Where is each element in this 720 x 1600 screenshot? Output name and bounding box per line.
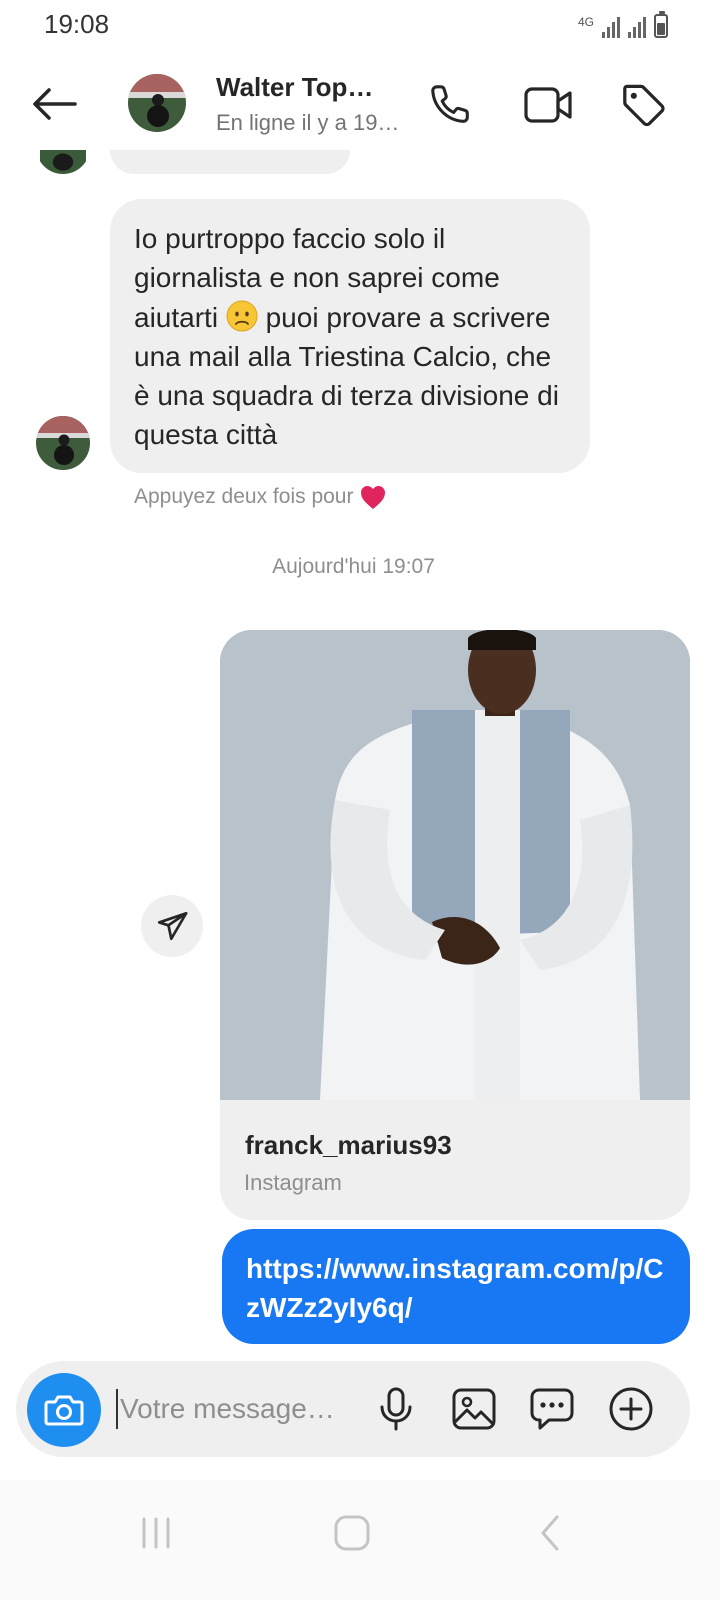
message-composer	[16, 1361, 690, 1457]
video-call-button[interactable]	[524, 80, 574, 130]
camera-icon	[44, 1395, 84, 1426]
date-separator: Aujourd'hui 19:07	[272, 555, 435, 578]
double-tap-hint: Appuyez deux fois pour	[134, 484, 387, 510]
worried-face-emoji-icon	[226, 300, 258, 332]
send-icon	[157, 911, 188, 941]
status-bar: 19:08 4G	[0, 0, 720, 50]
home-icon	[334, 1515, 370, 1551]
message-input[interactable]	[116, 1389, 356, 1429]
voice-message-button[interactable]	[372, 1385, 420, 1433]
shared-post-source: Instagram	[244, 1170, 342, 1195]
contact-avatar[interactable]	[128, 74, 186, 132]
signal-icon-sim2	[628, 16, 646, 38]
more-options-button[interactable]	[607, 1385, 655, 1433]
contact-name[interactable]: Walter Top…	[216, 72, 406, 103]
double-tap-hint-text: Appuyez deux fois pour	[134, 485, 354, 508]
back-arrow-icon	[33, 88, 77, 120]
contact-avatar-message[interactable]	[36, 416, 90, 470]
recents-icon	[142, 1517, 170, 1549]
signal-icon	[602, 16, 620, 38]
system-back-button[interactable]	[520, 1508, 580, 1558]
tag-button[interactable]	[618, 80, 668, 130]
network-type-label: 4G	[577, 15, 594, 29]
shared-post-card[interactable]: franck_marius93 Instagram	[220, 630, 690, 1220]
battery-icon	[654, 11, 668, 38]
video-camera-icon	[524, 87, 572, 123]
gallery-icon	[452, 1388, 496, 1430]
outgoing-link-text[interactable]: https://www.instagram.com/p/CzWZz2yIy6q/	[246, 1253, 663, 1323]
forward-button[interactable]	[141, 895, 203, 957]
plus-icon	[609, 1387, 653, 1431]
phone-icon	[431, 85, 469, 123]
system-navigation-bar	[0, 1480, 720, 1600]
home-button[interactable]	[322, 1508, 382, 1558]
back-button[interactable]	[28, 80, 80, 128]
tag-icon	[623, 84, 665, 127]
outgoing-link-bubble[interactable]: https://www.instagram.com/p/CzWZz2yIy6q/	[222, 1229, 690, 1344]
contact-status: En ligne il y a 19…	[216, 110, 400, 135]
shared-post-username: franck_marius93	[245, 1130, 452, 1160]
heart-icon	[361, 486, 386, 509]
shared-post-image[interactable]	[220, 630, 690, 1100]
sticker-icon	[530, 1388, 574, 1430]
recent-apps-button[interactable]	[126, 1508, 186, 1558]
chat-header: Walter Top… En ligne il y a 19…	[0, 58, 720, 150]
status-icons: 4G	[577, 11, 668, 38]
incoming-message-bubble[interactable]: Io purtroppo faccio solo il giornalista …	[110, 199, 590, 473]
status-time: 19:08	[44, 9, 110, 39]
microphone-icon	[380, 1387, 412, 1431]
gallery-button[interactable]	[450, 1385, 498, 1433]
camera-button[interactable]	[27, 1373, 101, 1447]
chevron-left-icon	[541, 1515, 559, 1551]
sticker-button[interactable]	[528, 1385, 576, 1433]
call-button[interactable]	[426, 80, 476, 130]
